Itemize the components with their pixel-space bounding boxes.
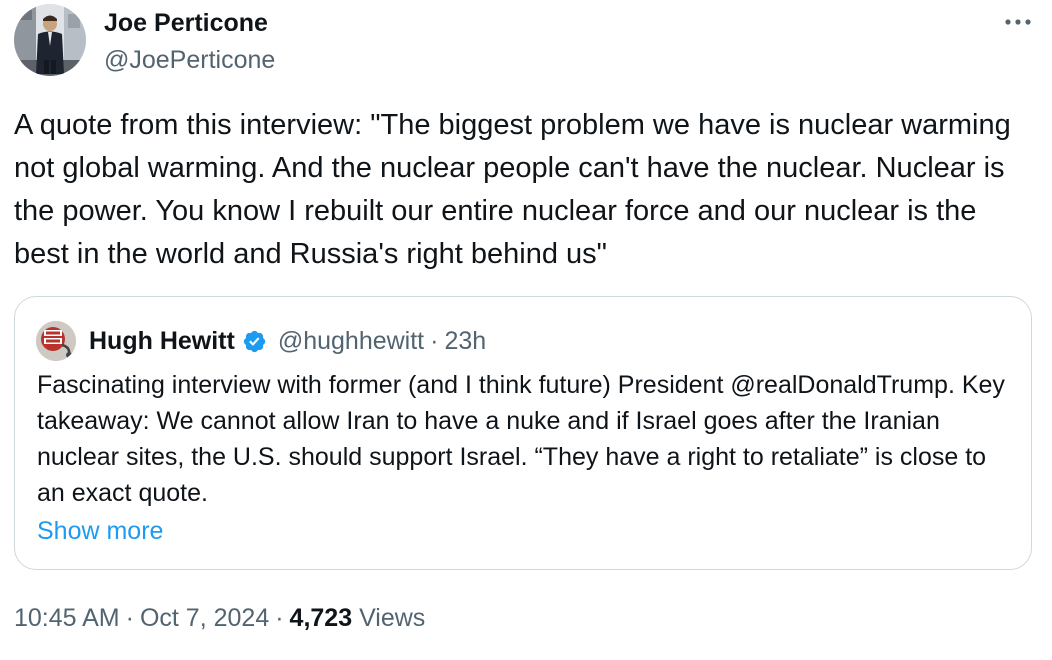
quoted-tweet-card[interactable]: Hugh Hewitt @hughhewitt · 23h Fascinatin… (14, 296, 1032, 570)
meta-separator: · (275, 604, 284, 632)
tweet-metadata: 10:45 AM · Oct 7, 2024 · 4,723 Views (14, 602, 425, 634)
quoted-header-separator: · (430, 326, 439, 355)
quoted-author-handle[interactable]: @hughhewitt (278, 327, 424, 356)
quoted-tweet-text: Fascinating interview with former (and I… (37, 371, 1005, 507)
views-count: 4,723 (289, 604, 353, 632)
quoted-author-name[interactable]: Hugh Hewitt (89, 327, 235, 356)
author-name[interactable]: Joe Perticone (104, 8, 268, 38)
verified-badge-icon (243, 330, 266, 352)
more-horizontal-icon (1005, 19, 1031, 25)
tweet-text: A quote from this interview: "The bigges… (14, 109, 1011, 270)
author-avatar-photo (14, 4, 86, 76)
views-label: Views (359, 604, 426, 632)
author-avatar[interactable] (14, 4, 86, 76)
quoted-tweet-time[interactable]: 23h (444, 327, 486, 356)
tweet-date[interactable]: Oct 7, 2024 (140, 604, 269, 632)
author-handle[interactable]: @JoePerticone (104, 45, 275, 75)
quoted-author-avatar[interactable] (36, 321, 76, 361)
quoted-author-avatar-logo (36, 321, 76, 361)
show-more-link[interactable]: Show more (37, 513, 163, 549)
more-options-button[interactable] (1000, 8, 1036, 36)
tweet-time[interactable]: 10:45 AM (14, 604, 120, 632)
meta-separator: · (125, 604, 134, 632)
quoted-tweet-header: Hugh Hewitt @hughhewitt · 23h (89, 324, 486, 358)
